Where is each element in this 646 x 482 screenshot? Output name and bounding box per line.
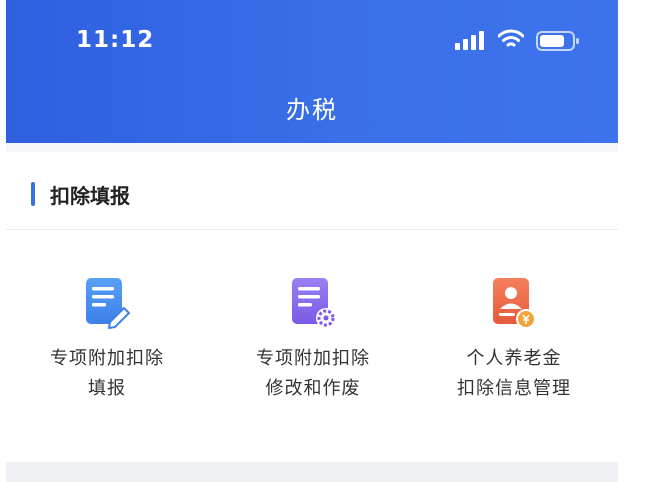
app-screen: 11:12 办税 扣除填报 专项附加扣除 填报 专项附加扣除 修改和作废 个人养… bbox=[6, 0, 618, 482]
document-edit-icon bbox=[86, 278, 130, 329]
header: 11:12 办税 bbox=[6, 0, 618, 143]
item-label-line1: 专项附加扣除 bbox=[256, 348, 370, 369]
item-label-line2: 扣除信息管理 bbox=[457, 378, 571, 399]
divider bbox=[6, 229, 618, 230]
section-accent-bar bbox=[31, 182, 35, 206]
section-title: 扣除填报 bbox=[50, 184, 130, 208]
status-time: 11:12 bbox=[76, 27, 155, 53]
item-label-line2: 修改和作废 bbox=[265, 378, 361, 399]
item-special-deduction-modify[interactable]: 专项附加扣除 修改和作废 bbox=[228, 274, 398, 404]
item-pension-deduction[interactable]: 个人养老金 扣除信息管理 bbox=[429, 274, 599, 404]
document-settings-icon bbox=[292, 278, 336, 328]
deduction-section: 扣除填报 专项附加扣除 填报 专项附加扣除 修改和作废 个人养老金 扣除信息管理 bbox=[6, 152, 618, 462]
page-title: 办税 bbox=[286, 96, 338, 124]
item-special-deduction-fill[interactable]: 专项附加扣除 填报 bbox=[22, 274, 192, 404]
item-label-line1: 专项附加扣除 bbox=[50, 348, 164, 369]
bottom-spacer bbox=[6, 462, 618, 482]
wifi-icon bbox=[498, 29, 524, 47]
item-label-line2: 填报 bbox=[88, 378, 126, 399]
pension-card-icon bbox=[493, 278, 536, 329]
cellular-signal-icon bbox=[455, 31, 487, 50]
battery-icon bbox=[536, 31, 579, 51]
item-label-line1: 个人养老金 bbox=[466, 348, 562, 369]
